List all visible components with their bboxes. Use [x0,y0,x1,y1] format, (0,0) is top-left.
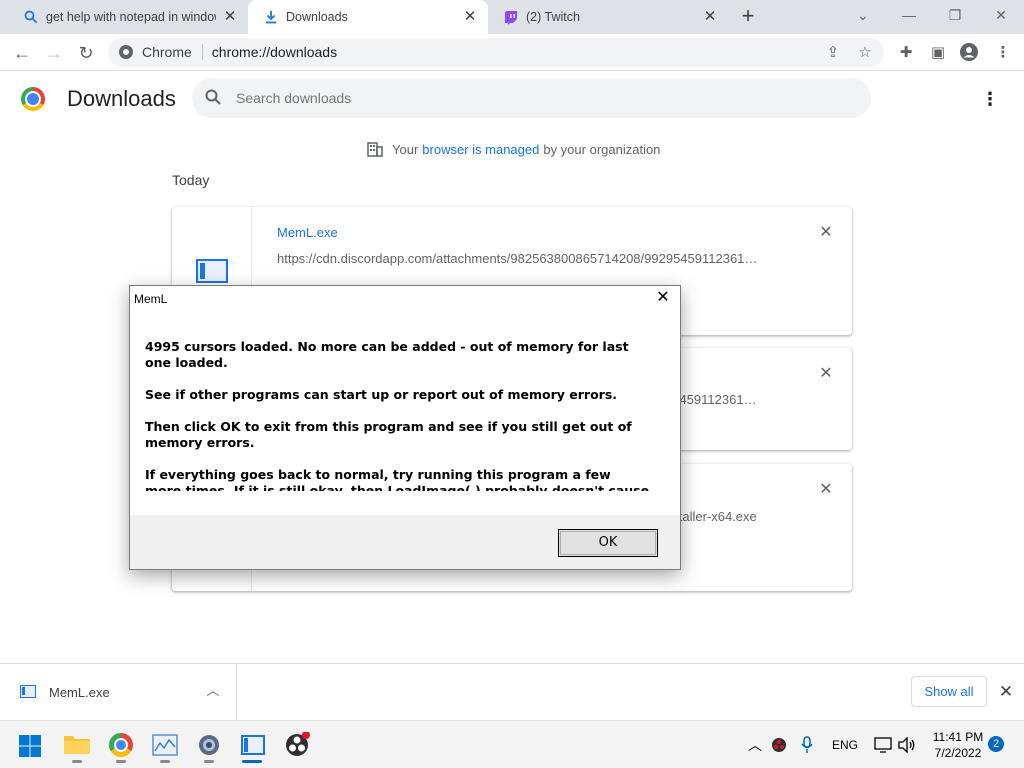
tab-notepad-help[interactable]: get help with notepad in windows ✕ [8,0,248,34]
folder-icon [64,736,90,754]
close-icon[interactable]: ✕ [818,482,834,498]
tab-twitch[interactable]: (2) Twitch ✕ [488,0,728,34]
notification-badge[interactable]: 2 [988,736,1004,752]
clock-time: 11:41 PM [932,730,984,744]
tab-title: (2) Twitch [526,10,580,24]
twitch-icon [505,10,517,25]
taskbar-photos[interactable] [149,729,181,763]
windows-icon [19,735,41,757]
search-box[interactable] [192,78,871,118]
obs-icon [286,731,310,756]
dialog-paragraph: See if other programs can start up or re… [145,387,618,402]
taskbar-obs[interactable] [281,729,313,761]
taskbar-clock[interactable]: 11:41 PM 7/2/2022 [928,729,988,761]
dialog-message: 4995 cursors loaded. No more can be adde… [145,339,650,491]
downloads-header: Downloads ⋮ [0,72,1024,128]
toolbar: ← → ↻ Chrome chrome://downloads ⇪ ☆ ✚ ▣ … [0,34,1024,71]
search-icon [205,89,221,105]
tab-strip: get help with notepad in windows ✕ Downl… [0,0,1024,34]
message-dialog: MemL ✕ 4995 cursors loaded. No more can … [129,285,681,570]
chrome-logo-icon [21,87,45,111]
close-icon[interactable]: ✕ [996,682,1016,702]
tab-title: get help with notepad in windows [46,10,216,24]
microphone-icon[interactable] [800,736,814,754]
managed-suffix: by your organization [543,141,661,157]
restore-button[interactable]: ❐ [932,4,978,28]
chart-icon [152,734,178,756]
chrome-logo-icon [109,733,133,757]
dialog-titlebar[interactable]: MemL ✕ [130,286,680,312]
search-input[interactable] [236,86,836,110]
dialog-paragraph: Then click OK to exit from this program … [145,419,632,450]
back-button[interactable]: ← [8,39,36,67]
page-title: Downloads [67,86,176,111]
dialog-paragraph: 4995 cursors loaded. No more can be adde… [145,339,629,370]
obs-tray-icon[interactable] [771,737,787,753]
extensions-icon[interactable]: ✚ [895,42,917,64]
star-icon[interactable]: ☆ [854,42,876,64]
ok-button[interactable]: OK [558,529,658,557]
app-window-icon [241,735,265,755]
download-shelf-item[interactable]: MemL.exe ︿ [0,664,237,720]
url-text: chrome://downloads [211,44,338,60]
close-icon[interactable]: ✕ [818,225,834,241]
show-all-button[interactable]: Show all [911,676,987,707]
menu-icon[interactable]: ⋮ [992,42,1014,64]
download-shelf-filename: MemL.exe [49,685,110,700]
close-icon[interactable]: ✕ [462,9,478,25]
reload-button[interactable]: ↻ [72,39,100,67]
managed-link[interactable]: browser is managed [422,142,539,157]
close-icon[interactable]: ✕ [818,366,834,382]
taskbar-meml[interactable] [237,729,269,763]
download-shelf: MemL.exe ︿ Show all ✕ [0,663,1024,720]
omnibox[interactable]: Chrome chrome://downloads ⇪ ☆ [108,38,884,67]
forward-button[interactable]: → [40,39,68,67]
site-chip-label: Chrome [142,44,192,60]
close-icon[interactable]: ✕ [702,9,718,25]
profile-icon[interactable] [958,42,980,64]
managed-prefix: Your [392,141,419,157]
taskbar-settings[interactable] [193,729,225,763]
site-chip[interactable]: Chrome chrome://downloads [118,44,337,60]
close-icon[interactable]: ✕ [222,9,238,25]
taskbar: ︿ ENG 11:41 PM 7/2/2022 [0,720,1024,768]
taskbar-chrome[interactable] [105,729,137,763]
chrome-icon [119,45,133,59]
network-icon[interactable] [874,737,892,753]
gear-icon [199,735,219,755]
download-filename-link[interactable]: MemL.exe [277,225,338,240]
more-actions-icon[interactable]: ⋮ [980,88,1000,112]
show-hidden-icons[interactable]: ︿ [748,735,762,755]
chevron-down-icon[interactable]: ⌄ [840,4,886,28]
download-url[interactable]: https://cdn.discordapp.com/attachments/9… [277,251,777,266]
dialog-footer: OK [130,515,680,569]
dialog-title: MemL [134,292,168,306]
building-icon [367,142,383,157]
taskbar-file-explorer[interactable] [61,729,93,763]
share-icon[interactable]: ⇪ [822,42,844,64]
start-button[interactable] [18,734,42,758]
close-icon[interactable]: ✕ [654,289,672,307]
volume-icon[interactable] [898,737,916,753]
file-icon [20,685,36,698]
tab-downloads[interactable]: Downloads ✕ [248,0,488,34]
download-icon [266,11,276,24]
minimize-button[interactable]: — [886,4,932,28]
managed-notice: Your browser is managed by your organiza… [366,140,660,158]
date-section-header: Today [172,172,210,188]
clock-date: 7/2/2022 [934,746,982,760]
chevron-up-icon[interactable]: ︿ [204,682,222,700]
window-close-button[interactable]: ✕ [978,4,1024,28]
language-indicator[interactable]: ENG [832,738,858,752]
new-tab-button[interactable]: + [736,5,760,29]
side-panel-icon[interactable]: ▣ [927,42,949,64]
search-icon [24,10,38,24]
tab-title: Downloads [286,10,348,24]
file-icon [196,259,228,283]
dialog-paragraph: If everything goes back to normal, try r… [145,467,650,491]
